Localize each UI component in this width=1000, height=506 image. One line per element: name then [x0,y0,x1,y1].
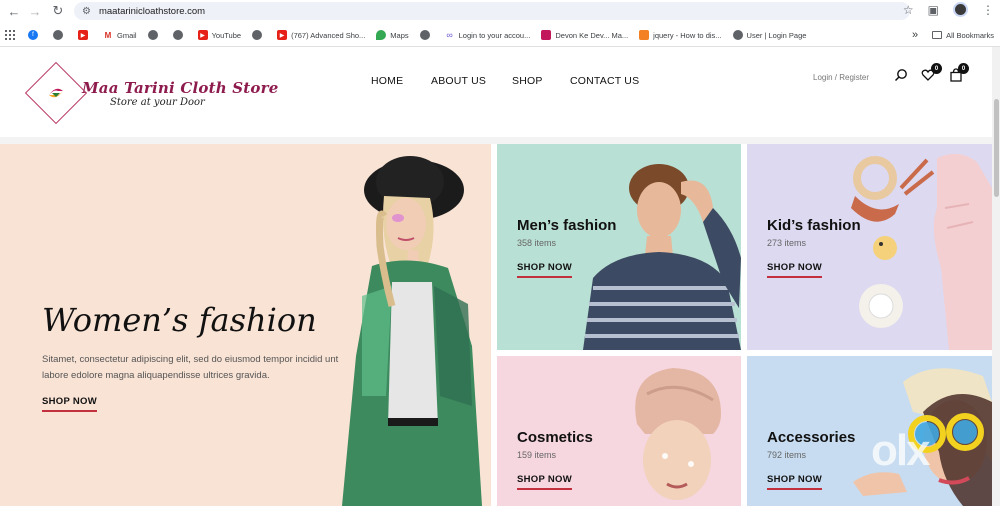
bookmark-globe[interactable] [147,30,162,40]
facebook-icon: f [28,30,38,40]
bookmark-globe[interactable] [252,30,266,40]
bookmark-youtube[interactable]: ▶ YouTube [197,30,242,40]
profile-avatar[interactable] [953,2,968,17]
cosmetics-model-image [635,368,721,500]
bookmark-label: jquery - How to dis... [653,30,722,40]
page-scrollbar[interactable] [992,47,1000,506]
banner-womens-fashion: Women’s fashion Sitamet, consectetur adi… [0,144,491,506]
bookmark-facebook[interactable]: f [28,30,42,40]
mens-fashion-title: Men’s fashion [517,217,617,234]
bookmark-login-account[interactable]: ∞ Login to your accou... [444,30,531,40]
accessories-shop-now-link[interactable]: SHOP NOW [767,474,823,490]
bookmark-label: User | Login Page [746,30,807,40]
accessories-title: Accessories [767,429,856,446]
bookmark-jquery[interactable]: jquery - How to dis... [639,30,722,40]
kids-shop-now-link[interactable]: SHOP NOW [767,262,823,278]
bookmark-label: Devon Ke Dev... Ma... [555,30,629,40]
scrollbar-thumb[interactable] [994,99,999,197]
globe-icon [419,30,430,40]
header-divider [0,137,992,144]
bookmark-globe[interactable] [53,30,67,40]
bookmark-label: Gmail [117,30,137,40]
nav-home[interactable]: HOME [371,75,403,87]
banner-accessories: Accessories 792 items SHOP NOW olx [747,356,992,506]
bookmark-label: (767) Advanced Sho... [291,30,366,40]
mens-shop-now-link[interactable]: SHOP NOW [517,262,573,278]
menu-kebab-icon[interactable]: ⋮ [982,3,994,17]
reload-icon[interactable]: ↻ [47,0,69,22]
forward-arrow-icon[interactable]: → [24,0,46,22]
banner-cosmetics: Cosmetics 159 items SHOP NOW [497,356,741,506]
banner-kids-fashion: Kid’s fashion 273 items SHOP NOW [747,144,992,350]
back-arrow-icon[interactable]: ← [3,0,25,22]
banner-mens-fashion: Men’s fashion 358 items SHOP NOW [497,144,741,350]
youtube-icon: ▶ [197,30,208,40]
bookmark-globe[interactable] [172,30,187,40]
link-icon: ∞ [444,30,455,40]
bookmark-globe[interactable] [419,30,434,40]
womens-fashion-title: Women’s fashion [42,301,317,339]
womens-fashion-description: Sitamet, consectetur adipiscing elit, se… [42,354,339,381]
globe-icon [732,30,743,40]
bookmark-label: Login to your accou... [458,30,531,40]
logo-title: Maa Tarini Cloth Store [82,79,279,97]
mens-item-count: 358 items [517,238,557,248]
cosmetics-item-count: 159 items [517,450,557,460]
bookmarks-bar: f ▶ M Gmail ▶ YouTube ▶ (767) Advanced Sho.… [0,25,1000,45]
search-icon[interactable] [894,68,908,82]
maps-icon [376,30,387,40]
globe-icon [147,30,158,40]
youtube-icon: ▶ [78,30,88,40]
apps-grid-icon[interactable] [5,30,15,40]
bookmark-youtube[interactable]: ▶ [78,30,92,40]
logo-emblem-icon [49,88,63,98]
bookmark-devon-ke-dev[interactable]: Devon Ke Dev... Ma... [541,30,628,40]
bookmark-star-icon[interactable]: ☆ [903,3,914,17]
all-bookmarks-button[interactable]: All Bookmarks [932,31,994,40]
man-model-image [583,164,741,350]
globe-icon [172,30,183,40]
nav-shop[interactable]: SHOP [512,75,543,87]
bookmark-advanced-shop[interactable]: ▶ (767) Advanced Sho... [277,30,365,40]
all-bookmarks-label: All Bookmarks [946,30,994,40]
globe-icon [53,30,63,40]
womens-shop-now-link[interactable]: SHOP NOW [42,396,98,412]
woman-model-image [342,156,482,506]
site-header: Maa Tarini Cloth Store Store at your Doo… [0,47,992,137]
kids-fashion-title: Kid’s fashion [767,217,861,234]
folder-icon [932,31,943,39]
kids-clothes-image [851,153,992,350]
bookmark-gmail[interactable]: M Gmail [103,30,137,40]
youtube-icon: ▶ [277,30,288,40]
olx-watermark: olx [871,426,931,475]
url-text: maatarinicloathstore.com [98,5,206,17]
bookmark-label: YouTube [211,30,242,40]
globe-icon [252,30,263,40]
cosmetics-title: Cosmetics [517,429,593,446]
stackoverflow-icon [639,30,650,40]
gmail-icon: M [103,30,113,40]
bookmarks-overflow-icon[interactable]: » [912,29,918,41]
accessories-item-count: 792 items [767,450,807,460]
kids-item-count: 273 items [767,238,807,248]
cosmetics-shop-now-link[interactable]: SHOP NOW [517,474,573,490]
nav-contact-us[interactable]: CONTACT US [570,75,639,87]
login-register-link[interactable]: Login / Register [813,73,869,82]
site-info-icon[interactable]: ⚙ [82,6,91,17]
bookmark-label: Maps [390,30,409,40]
cart-count-badge: 0 [958,63,969,74]
wishlist-count-badge: 0 [931,63,942,74]
bookmark-maps[interactable]: Maps [376,30,409,40]
browser-toolbar: ← → ↻ ⚙ maatarinicloathstore.com ☆ ▣ ⋮ [0,0,1000,22]
nav-about-us[interactable]: ABOUT US [431,75,486,87]
address-bar[interactable]: ⚙ maatarinicloathstore.com [74,2,910,20]
logo-subtitle: Store at your Door [110,97,205,108]
bookmark-user-login[interactable]: User | Login Page [732,30,807,40]
bookmark-icon [541,30,552,40]
extensions-icon[interactable]: ▣ [928,3,939,17]
